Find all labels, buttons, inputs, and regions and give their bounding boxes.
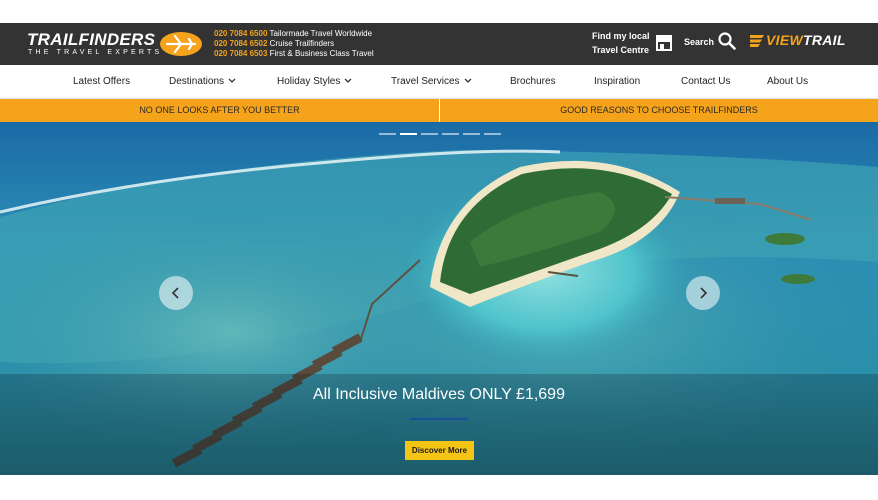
chevron-right-icon <box>700 287 708 299</box>
logo-wordmark: TRAILFINDERS <box>27 30 156 49</box>
viewtrail-chevron-icon <box>750 35 764 47</box>
find-centre-line1: Find my local <box>592 31 650 41</box>
nav-label: Destinations <box>169 76 225 87</box>
phone-number: 020 7084 6503 <box>214 49 268 58</box>
carousel-prev-button[interactable] <box>159 276 193 310</box>
trailfinders-logo[interactable]: TRAILFINDERS THE TRAVEL EXPERTS <box>27 30 207 60</box>
chevron-left-icon <box>171 287 179 299</box>
find-travel-centre-link[interactable]: Find my local Travel Centre <box>592 29 650 57</box>
phone-line[interactable]: 020 7084 6500 Tailormade Travel Worldwid… <box>214 29 374 39</box>
top-bar: TRAILFINDERS THE TRAVEL EXPERTS 020 7084… <box>0 23 878 65</box>
nav-inspiration[interactable]: Inspiration <box>594 76 640 87</box>
nav-label: Travel Services <box>391 76 460 87</box>
usp-left-link[interactable]: NO ONE LOOKS AFTER YOU BETTER <box>0 99 439 122</box>
search-label[interactable]: Search <box>684 37 714 47</box>
nav-destinations[interactable]: Destinations <box>169 76 236 87</box>
nav-latest-offers[interactable]: Latest Offers <box>73 76 130 87</box>
phone-label: Tailormade Travel Worldwide <box>269 29 373 38</box>
viewtrail-part2: TRAIL <box>802 32 846 48</box>
chevron-down-icon <box>228 78 236 84</box>
viewtrail-logo[interactable]: VIEWTRAIL <box>766 32 846 48</box>
nav-label: Contact Us <box>681 76 731 87</box>
slide-dot[interactable] <box>421 133 438 135</box>
nav-contact-us[interactable]: Contact Us <box>681 76 730 87</box>
nav-label: About Us <box>767 76 809 87</box>
phone-number: 020 7084 6502 <box>214 39 268 48</box>
nav-brochures[interactable]: Brochures <box>510 76 556 87</box>
phone-line[interactable]: 020 7084 6503 First & Business Class Tra… <box>214 49 374 59</box>
chevron-down-icon <box>464 78 472 84</box>
slide-dot[interactable] <box>463 133 480 135</box>
nav-label: Holiday Styles <box>277 76 341 87</box>
phone-numbers: 020 7084 6500 Tailormade Travel Worldwid… <box>214 29 374 59</box>
phone-line[interactable]: 020 7084 6502 Cruise Trailfinders <box>214 39 374 49</box>
phone-number: 020 7084 6500 <box>214 29 268 38</box>
nav-label: Brochures <box>510 76 556 87</box>
logo-tagline: THE TRAVEL EXPERTS <box>28 49 163 56</box>
plane-icon <box>160 32 202 56</box>
headline-underline <box>410 418 468 420</box>
hero-headline: All Inclusive Maldives ONLY £1,699 <box>313 386 565 403</box>
phone-label: First & Business Class Travel <box>269 49 374 58</box>
nav-holiday-styles[interactable]: Holiday Styles <box>277 76 352 87</box>
nav-label: Inspiration <box>594 76 641 87</box>
slide-dot[interactable] <box>379 133 396 135</box>
phone-label: Cruise Trailfinders <box>269 39 335 48</box>
slide-dot[interactable] <box>484 133 501 135</box>
slide-dot[interactable] <box>442 133 459 135</box>
nav-about-us[interactable]: About Us <box>767 76 808 87</box>
carousel-next-button[interactable] <box>686 276 720 310</box>
shop-icon[interactable] <box>655 34 673 51</box>
usp-right-link[interactable]: GOOD REASONS TO CHOOSE TRAILFINDERS <box>440 99 878 122</box>
slide-dot-active[interactable] <box>400 133 417 135</box>
search-icon[interactable] <box>718 32 736 50</box>
viewtrail-part1: VIEW <box>766 32 803 48</box>
hero-carousel[interactable]: All Inclusive Maldives ONLY £1,699 Disco… <box>0 122 878 475</box>
find-centre-line2: Travel Centre <box>592 45 650 55</box>
usp-strip: NO ONE LOOKS AFTER YOU BETTER GOOD REASO… <box>0 99 878 122</box>
chevron-down-icon <box>344 78 352 84</box>
discover-more-button[interactable]: Discover More <box>405 441 474 460</box>
nav-label: Latest Offers <box>73 76 131 87</box>
main-nav: Latest Offers Destinations Holiday Style… <box>0 65 878 99</box>
nav-travel-services[interactable]: Travel Services <box>391 76 472 87</box>
